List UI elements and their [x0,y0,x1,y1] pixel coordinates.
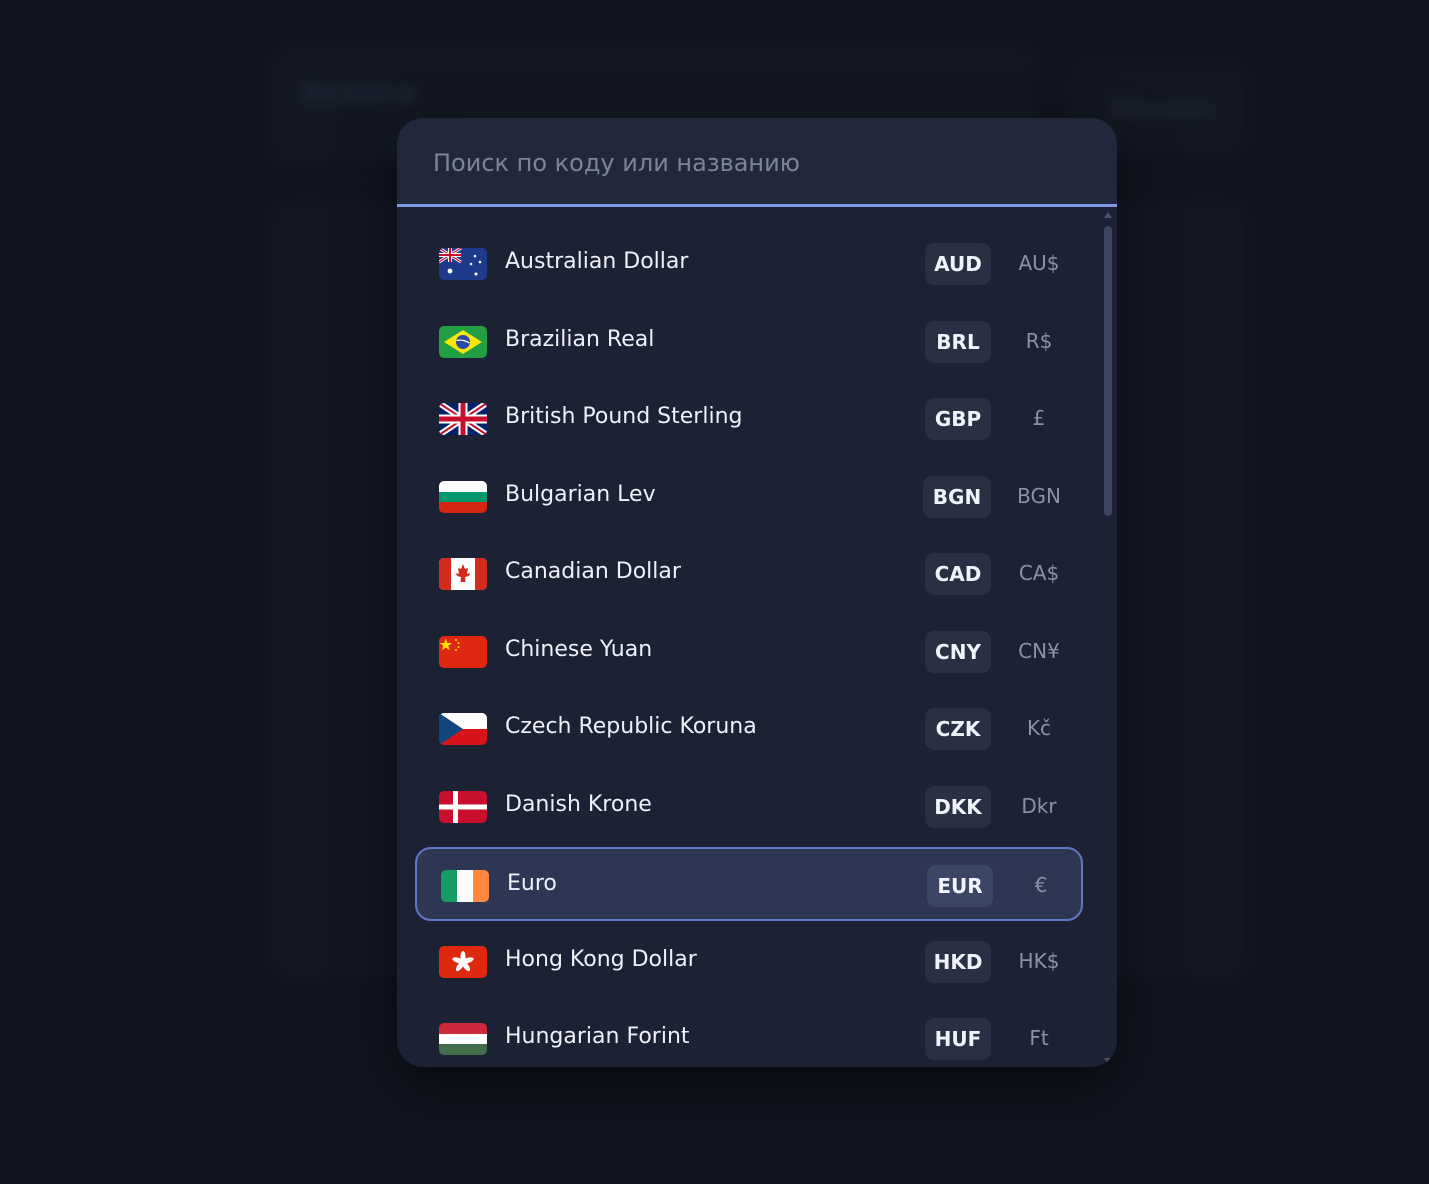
currency-name: Australian Dollar [505,249,689,274]
currency-option-cad[interactable]: Canadian Dollar CAD CA$ [415,537,1083,611]
currency-code-badge: DKK [925,785,991,828]
currency-name: Euro [507,871,557,896]
currency-symbol: HK$ [1018,948,1060,973]
currency-name: Brazilian Real [505,326,655,352]
currency-symbol: Ft [1029,1026,1049,1050]
currency-name: Canadian Dollar [505,559,681,584]
denmark-flag-icon [439,790,487,823]
currency-code-badge: HUF [925,1018,991,1060]
czech-flag-icon [439,713,487,745]
currency-option-bgn[interactable]: Bulgarian Lev BGN BGN [415,460,1083,534]
currency-name: Bulgarian Lev [505,481,656,507]
currency-name: Chinese Yuan [505,636,653,662]
brazil-flag-icon [439,325,487,358]
currency-code-badge: AUD [925,243,991,285]
currency-symbol: CA$ [1018,561,1060,585]
currency-option-brl[interactable]: Brazilian Real BRL R$ [415,305,1083,379]
currency-symbol: Kč [1026,716,1052,740]
hungary-flag-icon [439,1023,487,1055]
currency-symbol: BGN [1017,483,1061,508]
currency-code-badge: EUR [927,865,993,907]
currency-option-dkk[interactable]: Danish Krone DKK Dkr [415,770,1083,844]
currency-option-cny[interactable]: Chinese Yuan CNY CN¥ [415,615,1083,689]
currency-list[interactable]: Australian Dollar AUD AU$ Brazilian Real BRL… [397,207,1117,1067]
currency-picker-modal: Australian Dollar AUD AU$ Brazilian Real BRL… [397,118,1117,1067]
currency-name: Danish Krone [505,791,652,817]
currency-code-badge: CZK [925,708,991,750]
currency-code-badge: BGN [923,475,991,518]
currency-symbol: Dkr [1021,793,1057,818]
currency-code-badge: GBP [925,398,991,440]
china-flag-icon [439,635,487,668]
currency-option-hkd[interactable]: Hong Kong Dollar HKD HK$ [415,925,1083,999]
hong-kong-flag-icon [439,945,487,978]
scrollbar-thumb[interactable] [1104,226,1112,516]
search-input[interactable] [431,142,1075,184]
bulgaria-flag-icon [439,480,487,513]
scrollbar[interactable] [1104,212,1113,1064]
currency-symbol: AU$ [1018,251,1060,275]
currency-code-badge: CNY [925,630,991,673]
currency-symbol: CN¥ [1018,638,1060,663]
currency-symbol: € [1034,873,1048,897]
canada-flag-icon [439,558,487,590]
australia-flag-icon [439,248,487,280]
currency-option-gbp[interactable]: British Pound Sterling GBP £ [415,382,1083,456]
scroll-up-arrow-icon[interactable] [1104,212,1112,218]
currency-code-badge: BRL [925,320,991,363]
currency-symbol: R$ [1025,328,1053,353]
currency-option-aud[interactable]: Australian Dollar AUD AU$ [415,227,1083,301]
currency-name: Hungarian Forint [505,1024,690,1049]
currency-option-czk[interactable]: Czech Republic Koruna CZK Kč [415,692,1083,766]
currency-name: Hong Kong Dollar [505,946,697,972]
search-bar [397,118,1117,207]
currency-name: Czech Republic Koruna [505,714,757,739]
scroll-down-arrow-icon[interactable] [1104,1058,1112,1064]
currency-code-badge: CAD [925,553,991,595]
uk-flag-icon [439,403,487,435]
currency-symbol: £ [1032,406,1046,430]
ireland-flag-icon [441,870,489,902]
bg-side-button-label: Обновить [1109,97,1219,121]
bg-title: Валюта [301,79,416,109]
currency-option-eur[interactable]: Euro EUR € [415,847,1083,921]
currency-option-huf[interactable]: Hungarian Forint HUF Ft [415,1002,1083,1067]
currency-name: British Pound Sterling [505,404,743,429]
currency-code-badge: HKD [925,940,991,983]
